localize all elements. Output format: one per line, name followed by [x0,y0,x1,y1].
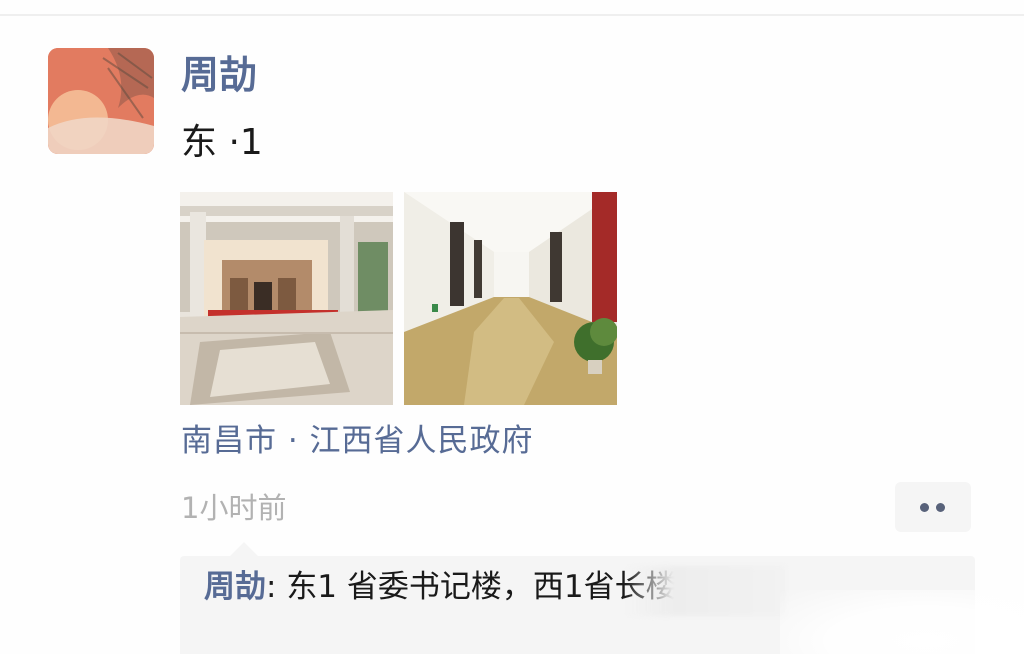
more-dots-icon [920,503,929,512]
more-actions-button[interactable] [895,482,971,532]
username[interactable]: 周劼 [181,52,257,98]
blur-overlay [625,566,785,616]
avatar[interactable] [48,48,154,154]
comment-text: 东1 省委书记楼，西1省长楼 [286,569,677,605]
comment-separator: : [266,569,287,605]
photo-corridor[interactable] [404,192,617,405]
photo-lobby[interactable] [180,192,393,405]
timestamp: 1小时前 [181,491,287,525]
more-dots-icon [936,503,945,512]
moments-feed: 周劼 东 ·1 南昌市 · 江西省人民政府 1小时前 周劼: 东1 省委书记楼，… [0,0,1024,654]
watermark-fade [780,590,1024,654]
comment-author[interactable]: 周劼 [204,569,266,605]
comments-caret [230,542,258,556]
location-link[interactable]: 南昌市 · 江西省人民政府 [181,420,534,462]
divider [0,14,1024,16]
comment-item[interactable]: 周劼: 东1 省委书记楼，西1省长楼 [204,566,677,608]
post-text: 东 ·1 [181,122,263,163]
